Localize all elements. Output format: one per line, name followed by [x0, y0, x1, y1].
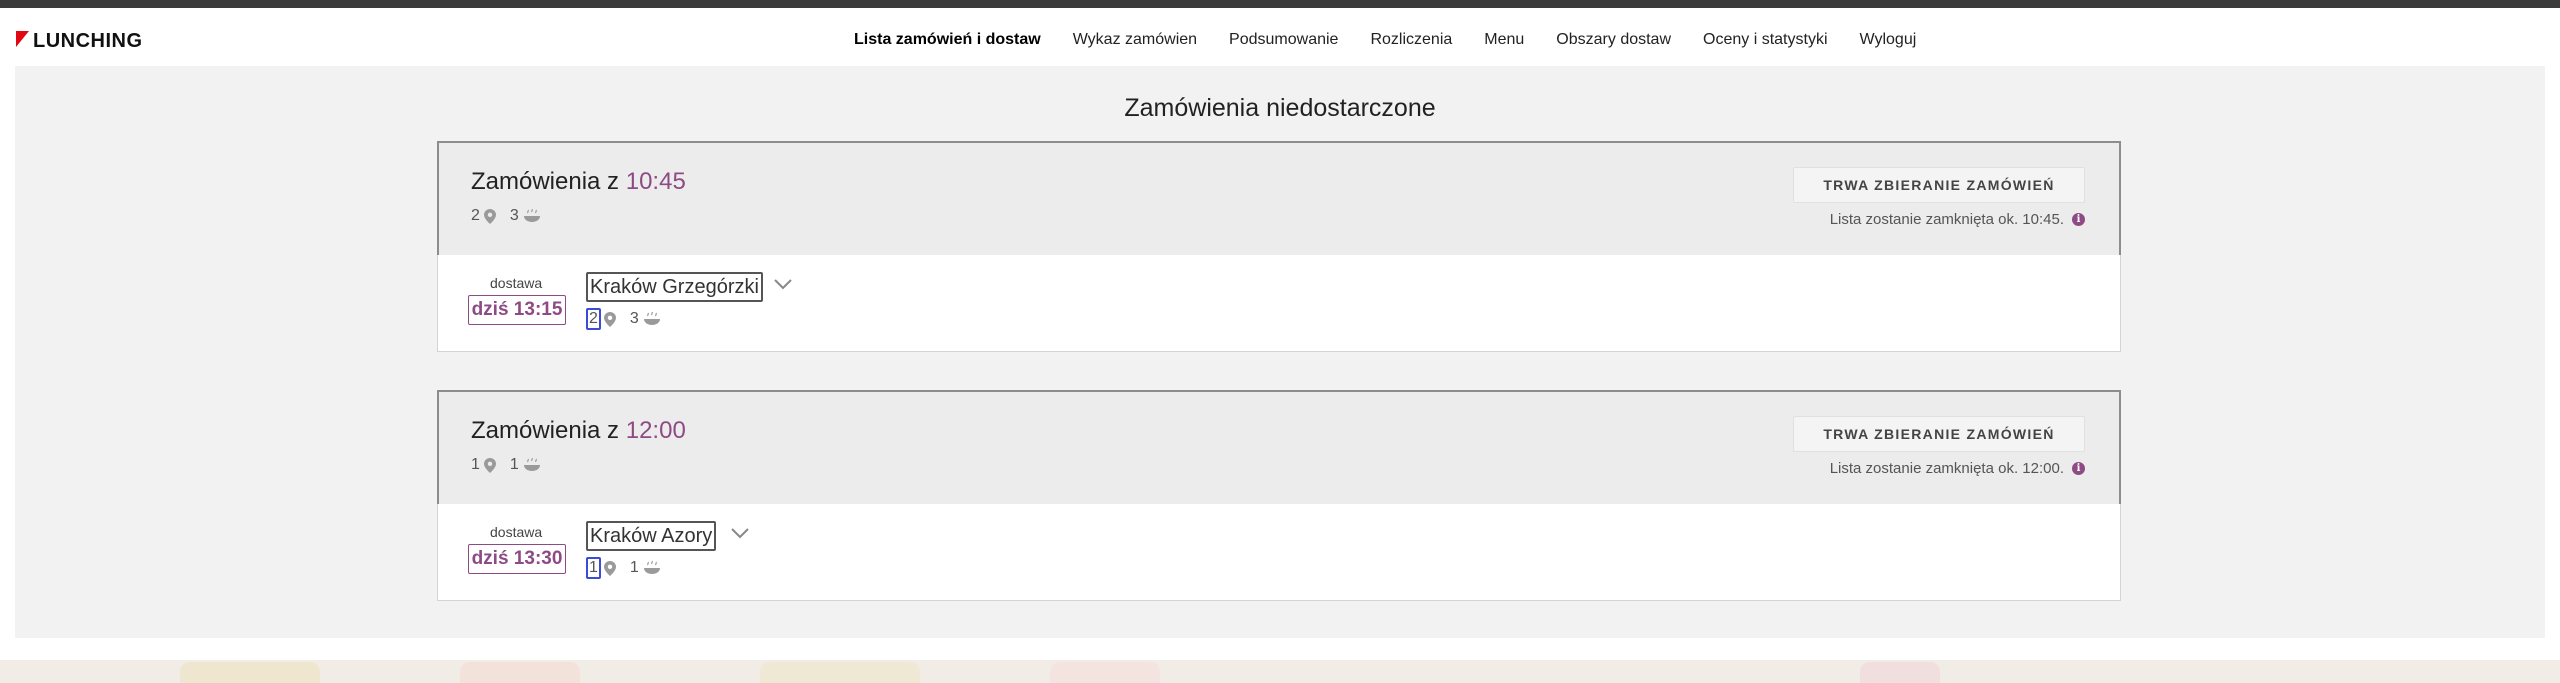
dish-icon: [643, 561, 661, 575]
locations-count: 1: [471, 456, 496, 474]
delivery-dishes-count: 1: [630, 559, 661, 577]
close-note-text: Lista zostanie zamknięta ok. 12:00.: [1829, 460, 2064, 477]
close-note: Lista zostanie zamknięta ok. 12:00. i: [1830, 460, 2085, 477]
info-icon[interactable]: i: [2072, 462, 2085, 475]
delivery-locations-count[interactable]: 2: [586, 308, 601, 330]
delivery-stats: 2 3: [586, 308, 675, 330]
delivery-area-select[interactable]: Kraków Azory: [586, 521, 717, 551]
order-group-title: Zamówienia z 12:00: [471, 417, 686, 445]
order-group-header[interactable]: Zamówienia z 10:45 2 3 TRWA ZBIERANIE ZA…: [437, 141, 2121, 257]
order-group-stats: 1 1: [471, 456, 555, 474]
delivery-area-select[interactable]: Kraków Grzegórzki: [586, 272, 763, 302]
delivery-dishes-value: 3: [629, 310, 639, 327]
dishes-count-value: 3: [509, 207, 519, 224]
menu-item-podsumowanie[interactable]: Podsumowanie: [1213, 25, 1354, 55]
logo-mark-icon: [16, 31, 29, 47]
locations-count-value: 1: [471, 456, 480, 473]
footer-decoration: [1050, 662, 1160, 683]
delivery-locations-count[interactable]: 1: [586, 557, 601, 579]
page-title: Zamówienia niedostarczone: [1124, 94, 1436, 122]
order-group-title-prefix: Zamówienia z: [471, 168, 620, 195]
delivery-label: dostawa: [490, 275, 543, 291]
menu-item-wykaz-zamowien[interactable]: Wykaz zamówien: [1057, 25, 1213, 55]
menu-item-menu[interactable]: Menu: [1468, 25, 1540, 55]
footer-decoration: [180, 662, 320, 683]
dish-icon: [523, 458, 541, 472]
menu-item-obszary-dostaw[interactable]: Obszary dostaw: [1540, 25, 1687, 55]
menu-item-lista-zamowien[interactable]: Lista zamówień i dostaw: [838, 25, 1057, 55]
delivery-label: dostawa: [490, 524, 543, 540]
status-button[interactable]: TRWA ZBIERANIE ZAMÓWIEŃ: [1793, 416, 2085, 452]
locations-count: 2: [471, 207, 496, 225]
menu-item-wyloguj[interactable]: Wyloguj: [1844, 25, 1933, 55]
location-pin-icon: [483, 457, 496, 473]
order-group-title-prefix: Zamówienia z: [471, 417, 620, 444]
menu-item-oceny-statystyki[interactable]: Oceny i statystyki: [1687, 25, 1843, 55]
menu-item-rozliczenia[interactable]: Rozliczenia: [1354, 25, 1468, 55]
status-button[interactable]: TRWA ZBIERANIE ZAMÓWIEŃ: [1793, 167, 2085, 203]
delivery-stats: 1 1: [586, 557, 675, 579]
close-note: Lista zostanie zamknięta ok. 10:45. i: [1830, 211, 2085, 228]
dishes-count-value: 1: [509, 456, 519, 473]
order-group-stats: 2 3: [471, 207, 555, 225]
logo-text: LUNCHING: [33, 29, 143, 52]
main-content: Zamówienia niedostarczone Zamówienia z 1…: [15, 66, 2545, 638]
navbar: LUNCHING Lista zamówień i dostaw Wykaz z…: [0, 8, 2560, 66]
chevron-down-icon[interactable]: [731, 526, 749, 544]
info-icon[interactable]: i: [2072, 213, 2085, 226]
delivery-time[interactable]: dziś 13:30: [468, 544, 566, 574]
delivery-dishes-value: 1: [629, 559, 639, 576]
order-group-time: 12:00: [625, 417, 686, 444]
top-dark-bar: [0, 0, 2560, 8]
chevron-down-icon[interactable]: [774, 277, 792, 295]
footer-decoration: [1860, 662, 1940, 683]
main-menu: Lista zamówień i dostaw Wykaz zamówien P…: [838, 25, 1932, 55]
order-group-time: 10:45: [625, 168, 686, 195]
delivery-row: dostawa dziś 13:15 Kraków Grzegórzki 2 3: [437, 255, 2121, 352]
dish-icon: [523, 209, 541, 223]
delivery-time[interactable]: dziś 13:15: [468, 295, 566, 325]
order-group-header[interactable]: Zamówienia z 12:00 1 1 TRWA ZBIERANIE ZA…: [437, 390, 2121, 506]
logo[interactable]: LUNCHING: [16, 26, 143, 56]
footer-background-strip: [0, 660, 2560, 683]
dish-icon: [643, 312, 661, 326]
dishes-count: 1: [510, 456, 541, 474]
dishes-count: 3: [510, 207, 541, 225]
footer-decoration: [460, 662, 580, 683]
footer-decoration: [760, 662, 920, 683]
locations-count-value: 2: [471, 207, 480, 224]
delivery-dishes-count: 3: [630, 310, 661, 328]
location-pin-icon: [603, 560, 616, 576]
location-pin-icon: [483, 208, 496, 224]
close-note-text: Lista zostanie zamknięta ok. 10:45.: [1829, 211, 2064, 228]
order-group-title: Zamówienia z 10:45: [471, 168, 686, 196]
delivery-row: dostawa dziś 13:30 Kraków Azory 1 1: [437, 504, 2121, 601]
location-pin-icon: [603, 311, 616, 327]
